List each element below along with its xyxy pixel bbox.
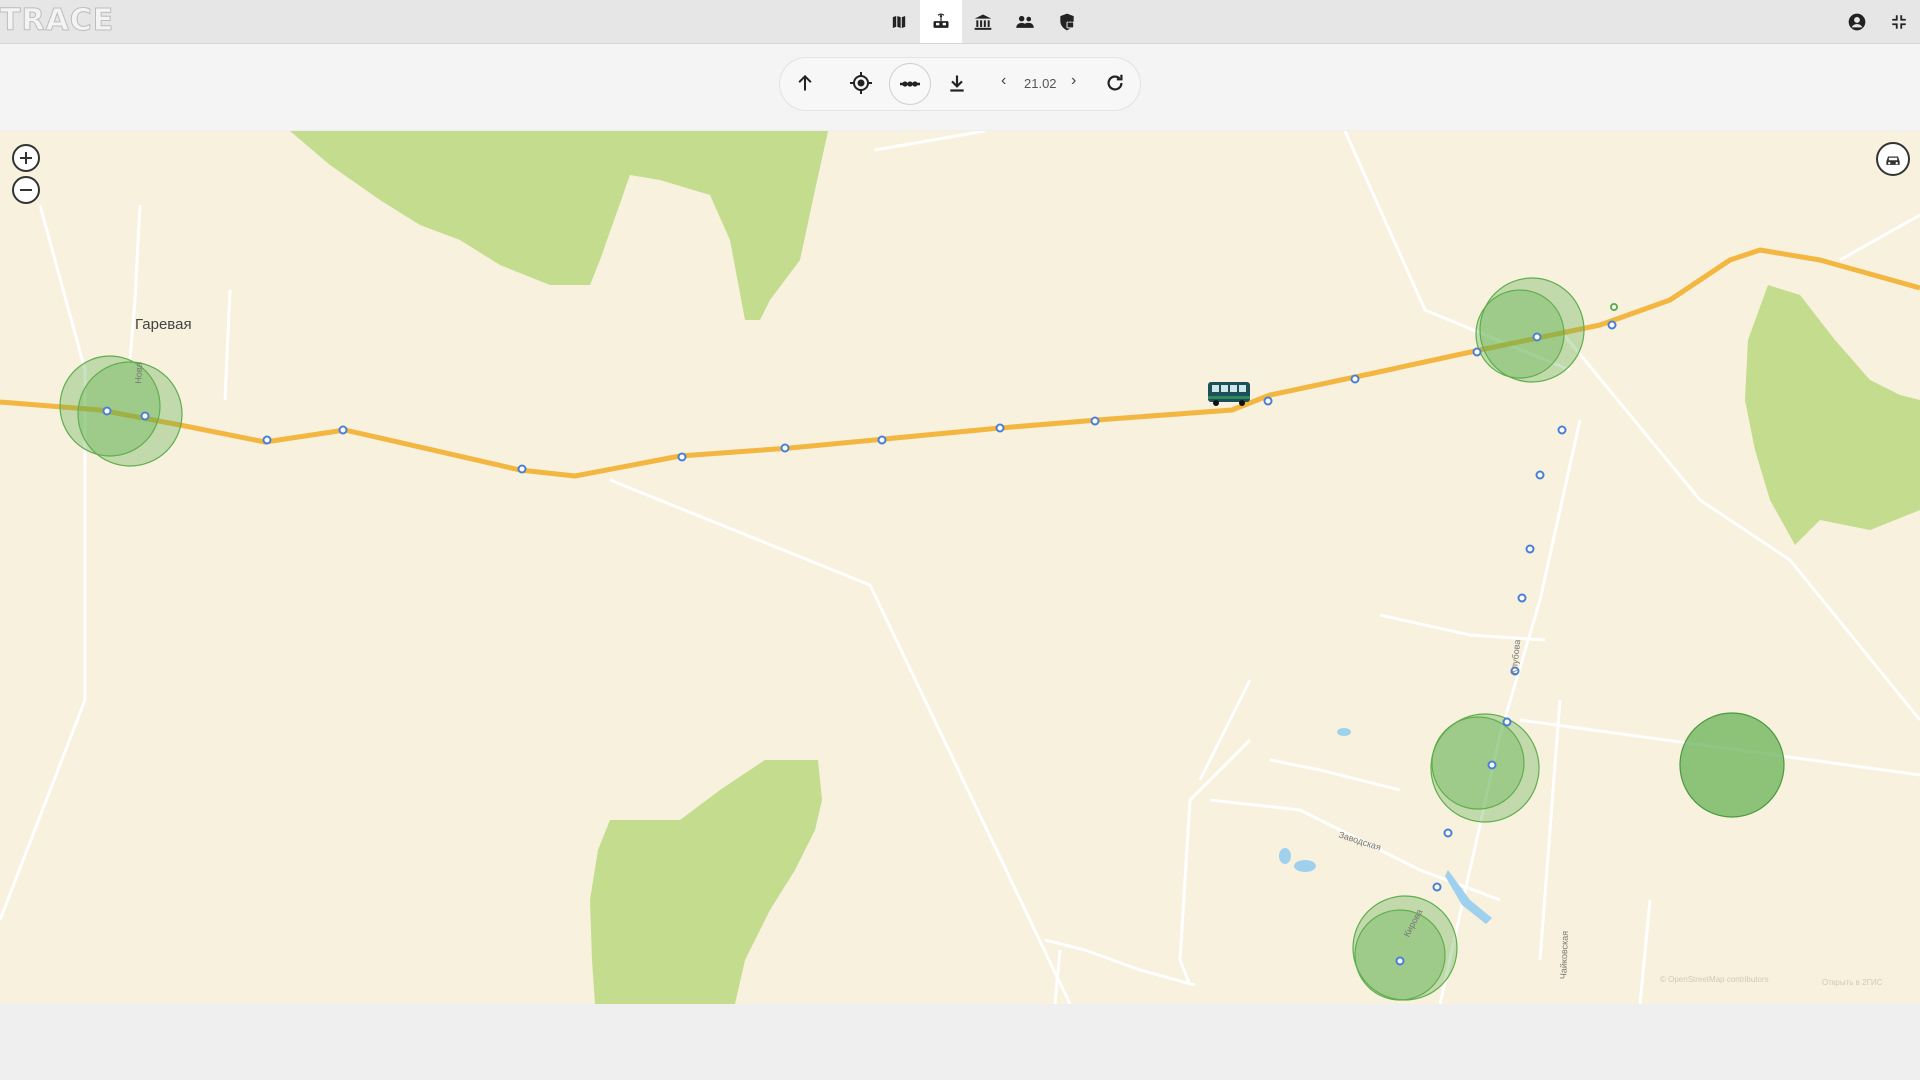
nav-map-button[interactable] bbox=[878, 0, 920, 43]
nav-users-button[interactable] bbox=[1004, 0, 1046, 43]
current-date: 21.02 bbox=[1024, 76, 1057, 91]
nav-vehicle-button[interactable] bbox=[920, 0, 962, 43]
next-date-button[interactable]: › bbox=[1071, 72, 1076, 90]
plus-icon bbox=[20, 152, 32, 164]
exit-fullscreen-icon bbox=[1892, 14, 1906, 29]
bus-marker[interactable] bbox=[1208, 382, 1250, 406]
track-points bbox=[102, 303, 1618, 966]
forest-area bbox=[590, 760, 822, 1004]
nav-organization-button[interactable] bbox=[962, 0, 1004, 43]
refresh-icon bbox=[1107, 74, 1123, 91]
shield-lock-icon bbox=[1060, 13, 1075, 30]
refresh-button[interactable] bbox=[1095, 63, 1135, 103]
minus-icon bbox=[20, 189, 32, 191]
arrow-up-icon bbox=[798, 74, 812, 91]
street-label: Нова bbox=[133, 362, 144, 384]
map-attribution: © OpenStreetMap contributors bbox=[1660, 975, 1769, 984]
prev-date-button[interactable]: ‹ bbox=[1001, 72, 1006, 90]
map-icon bbox=[891, 13, 907, 30]
forest-area bbox=[1745, 285, 1920, 545]
bottom-area bbox=[0, 1004, 1920, 1080]
track-line-icon bbox=[900, 81, 920, 87]
main-nav bbox=[878, 0, 1088, 43]
track-route-line bbox=[0, 247, 1920, 479]
top-right-controls bbox=[1836, 0, 1920, 43]
account-icon bbox=[1848, 13, 1866, 30]
download-icon bbox=[950, 75, 964, 92]
forest-area bbox=[290, 131, 828, 320]
place-label: Гаревая bbox=[135, 316, 192, 333]
road-network bbox=[0, 131, 1920, 1004]
locate-button[interactable] bbox=[841, 63, 881, 103]
map-view[interactable] bbox=[0, 131, 1920, 1004]
app-logo: TRACE bbox=[0, 3, 115, 38]
car-icon bbox=[1886, 156, 1900, 165]
top-bar: TRACE bbox=[0, 0, 1920, 44]
vehicle-follow-button[interactable] bbox=[1876, 142, 1910, 176]
crosshair-icon bbox=[850, 72, 872, 94]
zoom-out-button[interactable] bbox=[12, 176, 40, 204]
exit-fullscreen-button[interactable] bbox=[1878, 0, 1920, 43]
account-button[interactable] bbox=[1836, 0, 1878, 43]
zoom-in-button[interactable] bbox=[12, 144, 40, 172]
bank-icon bbox=[974, 14, 992, 30]
download-button[interactable] bbox=[937, 63, 977, 103]
nav-security-button[interactable] bbox=[1046, 0, 1088, 43]
map-canvas[interactable] bbox=[0, 131, 1920, 1004]
street-label: Чайковская bbox=[1558, 930, 1570, 980]
open-in-2gis-link[interactable]: Открыть в 2ГИС bbox=[1822, 978, 1882, 987]
track-points-button[interactable] bbox=[889, 63, 931, 105]
users-icon bbox=[1016, 15, 1034, 28]
direction-button[interactable] bbox=[785, 63, 825, 103]
vehicle-tracking-icon bbox=[933, 13, 949, 28]
